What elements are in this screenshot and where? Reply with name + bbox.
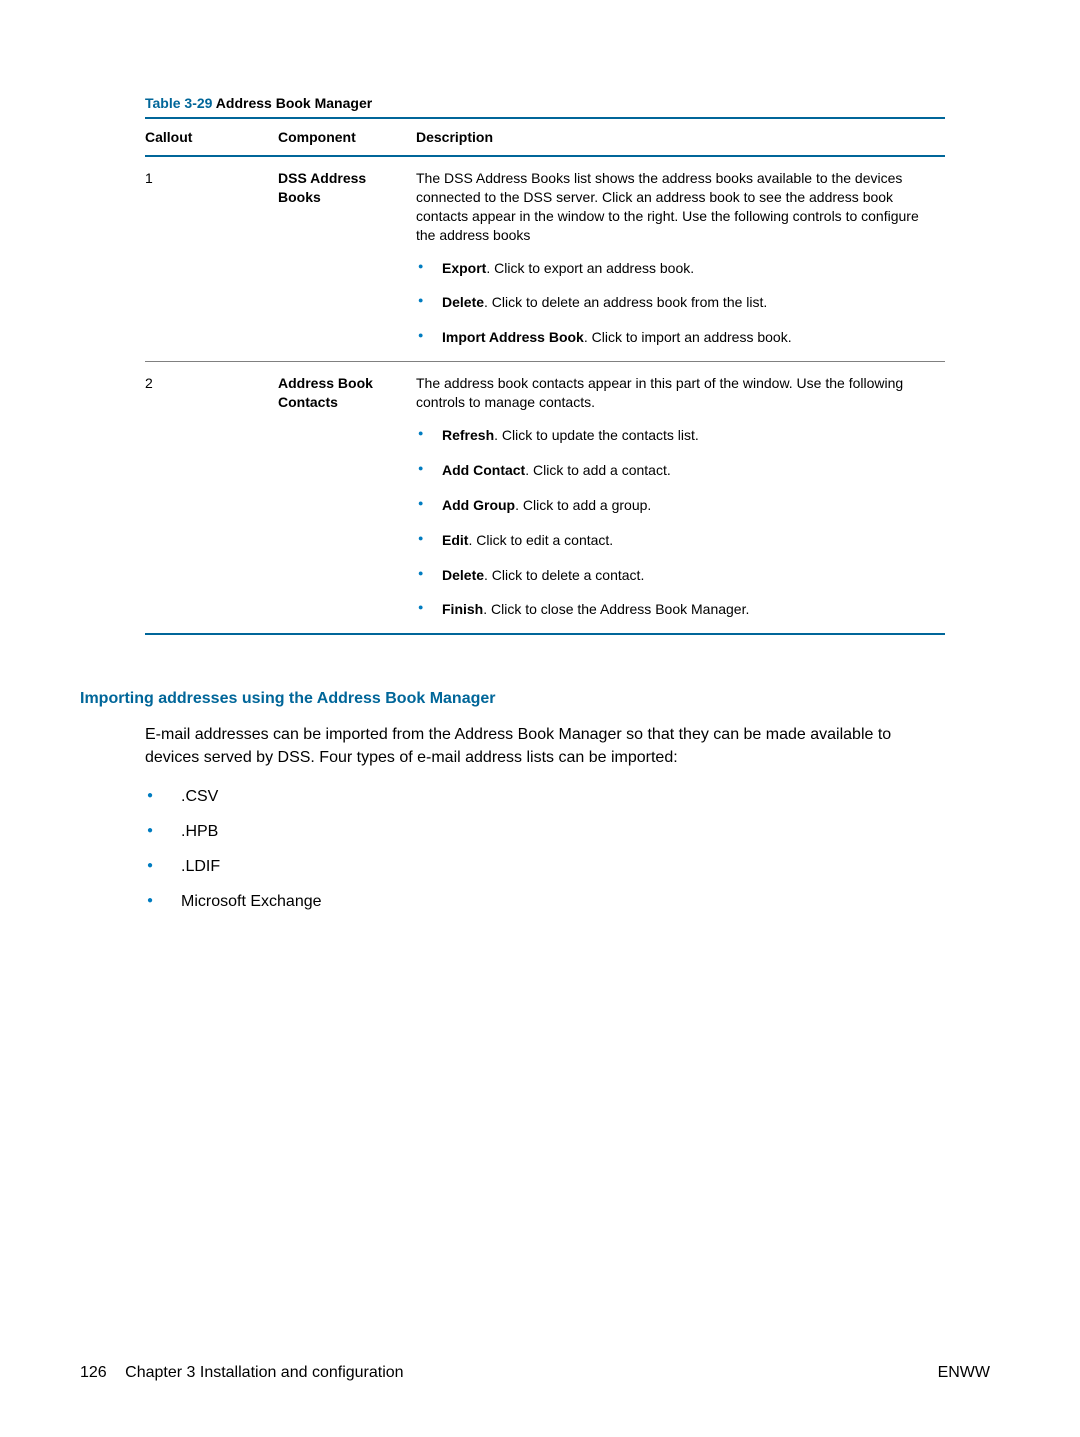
list-item-rest: . Click to delete an address book from t… (484, 294, 767, 310)
table-row: 1 DSS Address Books The DSS Address Book… (145, 156, 945, 362)
list-item: .HPB (145, 822, 990, 843)
format-list: .CSV .HPB .LDIF Microsoft Exchange (145, 787, 990, 912)
list-item-bold: Delete (442, 567, 484, 583)
page-footer: 126 Chapter 3 Installation and configura… (80, 1364, 990, 1382)
section-heading: Importing addresses using the Address Bo… (80, 690, 990, 708)
cell-callout: 1 (145, 156, 278, 362)
table-header-callout: Callout (145, 118, 278, 156)
list-item: .LDIF (145, 857, 990, 878)
document-page: Table 3-29 Address Book Manager Callout … (0, 0, 1080, 1437)
cell-component: Address Book Contacts (278, 362, 416, 635)
list-item: Microsoft Exchange (145, 892, 990, 913)
footer-left: 126 Chapter 3 Installation and configura… (80, 1364, 404, 1382)
list-item: Add Group. Click to add a group. (416, 496, 937, 515)
list-item: .CSV (145, 787, 990, 808)
description-intro: The address book contacts appear in this… (416, 374, 937, 412)
list-item-bold: Import Address Book (442, 329, 584, 345)
list-item-rest: . Click to close the Address Book Manage… (483, 601, 749, 617)
list-item: Add Contact. Click to add a contact. (416, 461, 937, 480)
table-caption-label: Table 3-29 (145, 95, 212, 111)
list-item: Delete. Click to delete an address book … (416, 293, 937, 312)
list-item: Finish. Click to close the Address Book … (416, 600, 937, 619)
list-item-bold: Refresh (442, 427, 494, 443)
cell-description: The address book contacts appear in this… (416, 362, 945, 635)
list-item-rest: . Click to add a contact. (525, 462, 671, 478)
description-intro: The DSS Address Books list shows the add… (416, 169, 937, 245)
table-header-description: Description (416, 118, 945, 156)
list-item-rest: . Click to delete a contact. (484, 567, 644, 583)
table-row: 2 Address Book Contacts The address book… (145, 362, 945, 635)
list-item-bold: Edit (442, 532, 468, 548)
page-number: 126 (80, 1364, 107, 1381)
footer-right: ENWW (938, 1364, 990, 1382)
list-item: Delete. Click to delete a contact. (416, 566, 937, 585)
list-item-bold: Export (442, 260, 486, 276)
table-header-component: Component (278, 118, 416, 156)
cell-description: The DSS Address Books list shows the add… (416, 156, 945, 362)
list-item-rest: . Click to update the contacts list. (494, 427, 699, 443)
list-item: Export. Click to export an address book. (416, 259, 937, 278)
table-caption-title: Address Book Manager (212, 95, 372, 111)
list-item-rest: . Click to edit a contact. (468, 532, 613, 548)
list-item-rest: . Click to import an address book. (584, 329, 792, 345)
list-item: Refresh. Click to update the contacts li… (416, 426, 937, 445)
list-item: Import Address Book. Click to import an … (416, 328, 937, 347)
cell-component: DSS Address Books (278, 156, 416, 362)
list-item-rest: . Click to export an address book. (486, 260, 694, 276)
list-item-bold: Finish (442, 601, 483, 617)
list-item: Edit. Click to edit a contact. (416, 531, 937, 550)
footer-chapter: Chapter 3 Installation and configuration (125, 1364, 403, 1381)
list-item-bold: Delete (442, 294, 484, 310)
list-item-rest: . Click to add a group. (515, 497, 651, 513)
cell-callout: 2 (145, 362, 278, 635)
list-item-bold: Add Contact (442, 462, 525, 478)
list-item-bold: Add Group (442, 497, 515, 513)
address-book-manager-table: Callout Component Description 1 DSS Addr… (145, 117, 945, 635)
description-list: Refresh. Click to update the contacts li… (416, 426, 937, 619)
table-caption: Table 3-29 Address Book Manager (145, 95, 990, 111)
section-paragraph: E-mail addresses can be imported from th… (145, 724, 935, 769)
description-list: Export. Click to export an address book.… (416, 259, 937, 348)
